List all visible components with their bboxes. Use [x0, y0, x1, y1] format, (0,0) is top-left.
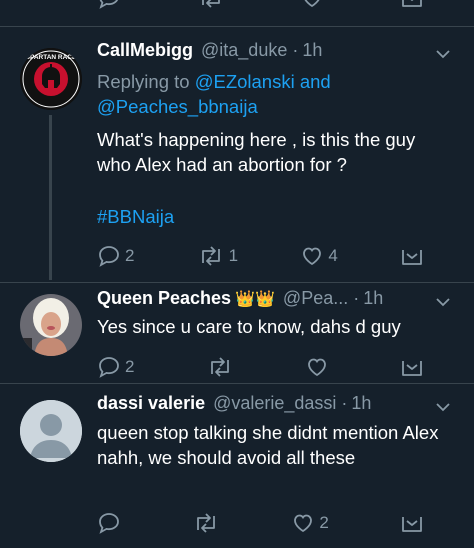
chevron-down-icon[interactable]: [434, 45, 452, 63]
tweet-text: What's happening here , is this the guy …: [97, 129, 416, 175]
share-icon: [402, 517, 422, 532]
reply-icon: [99, 357, 119, 378]
retweet-icon: [201, 246, 220, 266]
share-icon: [402, 361, 422, 376]
hashtag-link[interactable]: #BBNaija: [97, 204, 454, 229]
user-photo-icon: [20, 294, 82, 356]
timestamp: 1h: [351, 393, 372, 413]
reply-icon: [99, 513, 119, 534]
tweet-text: queen stop talking she didnt mention Ale…: [97, 422, 439, 468]
mention-link[interactable]: @Peaches_bbnaija: [97, 96, 258, 117]
reply-count: 2: [125, 246, 135, 265]
spartan-race-logo-icon: SPARTAN RACE: [20, 48, 82, 110]
svg-text:SPARTAN RACE: SPARTAN RACE: [26, 54, 77, 61]
timestamp: 1h: [363, 288, 384, 308]
reply-icon[interactable]: [97, 0, 121, 10]
like-count: 4: [328, 246, 338, 265]
user-handle[interactable]: @valerie_dassi: [213, 393, 336, 414]
retweet-button[interactable]: [192, 511, 220, 535]
tweet-actions: 2 1 4: [97, 241, 424, 271]
timestamp: 1h: [302, 40, 323, 60]
retweet-button[interactable]: [206, 355, 234, 379]
display-name[interactable]: Queen Peaches: [97, 288, 231, 309]
like-button[interactable]: 2: [291, 511, 329, 535]
chevron-down-icon[interactable]: [434, 293, 452, 311]
dot-separator: ·: [341, 393, 348, 413]
share-icon: [402, 250, 422, 265]
tweet-header: Queen Peaches 👑👑 @Pea... · 1h: [97, 288, 454, 309]
share-icon[interactable]: [400, 0, 424, 10]
default-profile-icon: [20, 400, 82, 462]
like-icon: [294, 514, 313, 533]
reply-button[interactable]: 2: [97, 355, 134, 379]
tweet-actions: 2: [97, 508, 424, 538]
mention-link[interactable]: @EZolanski: [195, 71, 295, 92]
chevron-down-icon[interactable]: [434, 398, 452, 416]
like-count: 2: [319, 513, 329, 532]
crown-emoji: 👑👑: [235, 290, 275, 308]
tweet-callmebigg[interactable]: SPARTAN RACE CallMebigg @ita_duke · 1h R…: [0, 27, 474, 282]
avatar[interactable]: [20, 400, 82, 462]
thread-line: [49, 115, 52, 280]
reply-button[interactable]: 2: [97, 244, 134, 268]
retweet-icon: [210, 357, 229, 377]
tweet-header: dassi valerie @valerie_dassi · 1h: [97, 393, 454, 414]
previous-tweet-actions: [97, 0, 424, 13]
like-icon: [307, 358, 326, 377]
retweet-icon: [197, 513, 216, 533]
twitter-thread: SPARTAN RACE CallMebigg @ita_duke · 1h R…: [0, 0, 474, 548]
user-handle[interactable]: @Pea...: [283, 288, 348, 309]
tweet-dassi-valerie[interactable]: dassi valerie @valerie_dassi · 1h queen …: [0, 384, 474, 548]
display-name[interactable]: CallMebigg: [97, 40, 193, 61]
reply-icon: [99, 246, 119, 267]
replying-to: Replying to @EZolanski and @Peaches_bbna…: [97, 69, 454, 119]
retweet-icon[interactable]: [197, 0, 225, 10]
like-button[interactable]: [305, 355, 329, 379]
share-button[interactable]: [400, 511, 424, 535]
avatar[interactable]: [20, 294, 82, 356]
reply-count: 2: [125, 357, 135, 376]
dot-separator: ·: [353, 288, 360, 308]
avatar[interactable]: SPARTAN RACE: [20, 48, 82, 110]
dot-separator: ·: [292, 40, 299, 60]
tweet-header: CallMebigg @ita_duke · 1h: [97, 40, 454, 61]
tweet-queen-peaches[interactable]: Queen Peaches 👑👑 @Pea... · 1h Yes since …: [0, 283, 474, 383]
like-icon[interactable]: [300, 0, 324, 10]
tweet-actions: 2: [97, 352, 424, 382]
replying-to-label: Replying to: [97, 71, 190, 92]
share-button[interactable]: [400, 244, 424, 268]
display-name[interactable]: dassi valerie: [97, 393, 205, 414]
share-button[interactable]: [400, 355, 424, 379]
tweet-text: Yes since u care to know, dahs d guy: [97, 316, 401, 337]
retweet-button[interactable]: 1: [197, 244, 238, 268]
like-icon: [303, 247, 322, 266]
and-label: and: [299, 71, 331, 92]
reply-button[interactable]: [97, 511, 121, 535]
user-handle[interactable]: @ita_duke: [201, 40, 287, 61]
retweet-count: 1: [228, 246, 239, 265]
like-button[interactable]: 4: [300, 244, 338, 268]
